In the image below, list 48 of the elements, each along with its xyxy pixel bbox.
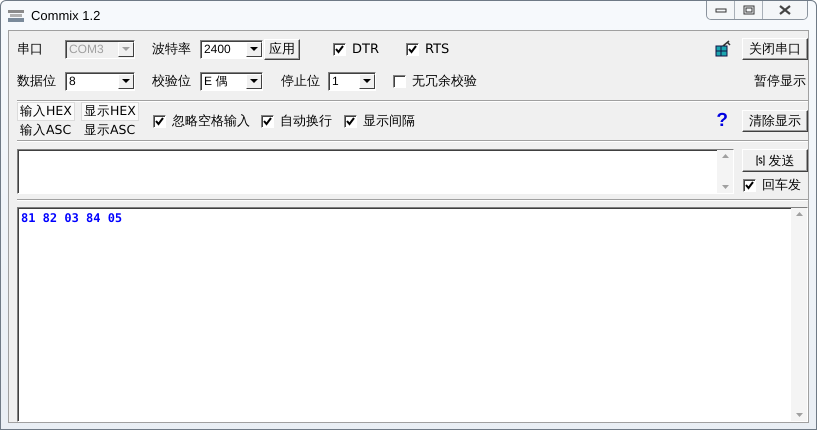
- maximize-button[interactable]: [735, 1, 763, 19]
- data-bits-dropdown[interactable]: 8: [65, 72, 135, 90]
- option-checkbox[interactable]: 显示间隔: [344, 112, 415, 130]
- check-icon: [263, 116, 272, 126]
- shortcut-s-icon: [756, 155, 764, 166]
- window-title: Commix 1.2: [31, 8, 100, 23]
- dropdown-arrow-icon: [122, 78, 130, 84]
- display-mode-toggle[interactable]: 显示ASC: [81, 121, 138, 140]
- stop-bits-label: 停止位: [281, 73, 321, 90]
- output-text: 81 82 03 84 05: [20, 210, 124, 227]
- parity-dropdown[interactable]: E 偶: [200, 72, 263, 90]
- display-mode-toggle[interactable]: 显示HEX: [81, 102, 139, 121]
- port-label: 串口: [17, 41, 44, 58]
- check-icon: [155, 116, 164, 126]
- parity-label: 校验位: [152, 73, 192, 90]
- help-icon[interactable]: ?: [716, 110, 728, 132]
- option-checkbox[interactable]: DTR: [333, 42, 379, 56]
- network-icon: [714, 40, 732, 58]
- option-checkbox[interactable]: 忽略空格输入: [153, 112, 250, 130]
- check-icon: [346, 116, 355, 126]
- close-port-button[interactable]: 关闭串口: [742, 38, 808, 60]
- check-icon: [745, 180, 754, 190]
- input-mode-toggle[interactable]: 输入HEX: [17, 102, 75, 121]
- dropdown-arrow-icon: [122, 46, 130, 52]
- send-button[interactable]: 发送: [742, 149, 808, 172]
- close-button[interactable]: [763, 1, 807, 19]
- pause-label: 暂停显示: [754, 73, 806, 90]
- input-mode-toggle[interactable]: 输入ASC: [17, 121, 74, 140]
- dropdown-arrow-icon: [250, 46, 258, 52]
- baud-label: 波特率: [152, 41, 192, 58]
- minimize-icon: [714, 7, 726, 13]
- dropdown-arrow-icon: [363, 78, 371, 84]
- check-icon: [335, 44, 344, 54]
- stop-bits-dropdown[interactable]: 1: [328, 72, 376, 90]
- option-checkbox[interactable]: 自动换行: [261, 112, 332, 130]
- baud-dropdown[interactable]: 2400: [200, 40, 263, 58]
- clear-button[interactable]: 清除显示: [742, 110, 808, 132]
- close-icon: [778, 5, 792, 15]
- send-on-enter-label[interactable]: 回车发: [743, 176, 808, 194]
- data-bits-label: 数据位: [17, 73, 57, 90]
- minimize-button[interactable]: [707, 1, 735, 19]
- option-checkbox[interactable]: 无冗余校验: [393, 72, 477, 90]
- check-icon: [408, 44, 417, 54]
- option-checkbox[interactable]: RTS: [406, 42, 450, 56]
- maximize-icon: [742, 5, 754, 15]
- apply-button[interactable]: 应用: [264, 38, 300, 60]
- dropdown-arrow-icon: [250, 78, 258, 84]
- app-icon: [7, 8, 25, 22]
